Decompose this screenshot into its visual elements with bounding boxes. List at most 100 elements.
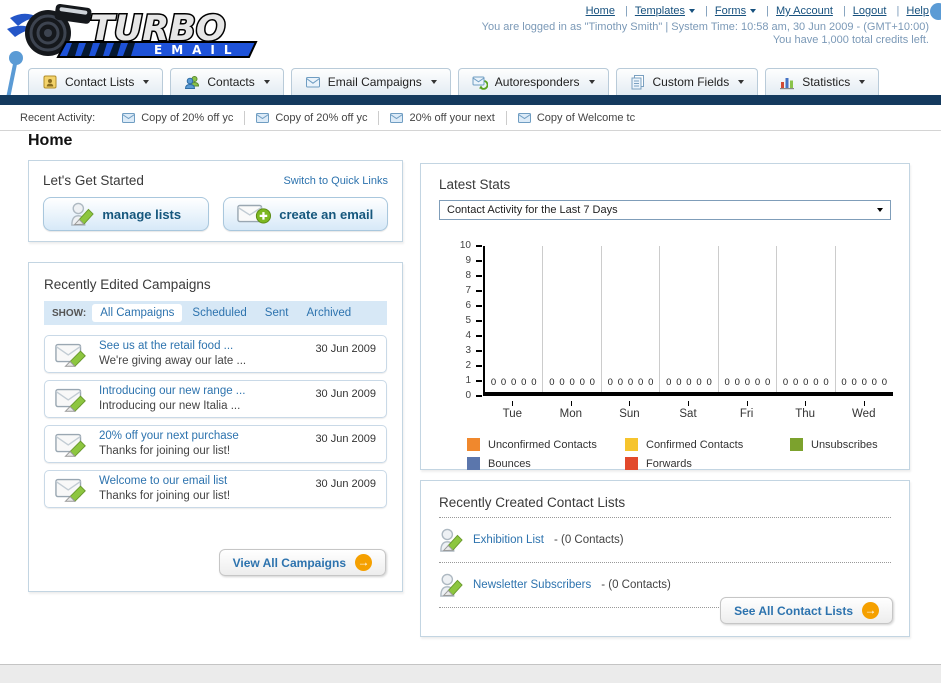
- campaign-row[interactable]: 20% off your next purchase Thanks for jo…: [44, 425, 387, 463]
- logo-subtitle: EMAIL: [154, 43, 241, 57]
- x-tick-mark: [746, 401, 748, 406]
- view-all-campaigns-button[interactable]: View All Campaigns →: [218, 549, 386, 576]
- page-title: Home: [28, 132, 73, 149]
- y-tick-label: 9: [465, 255, 471, 266]
- campaign-title-link[interactable]: Welcome to our email list: [99, 474, 230, 489]
- campaign-title-link[interactable]: Introducing our new range ...: [99, 384, 245, 399]
- top-link-forms[interactable]: Forms: [715, 5, 757, 17]
- address-book-icon: [43, 75, 57, 89]
- arrow-right-icon: →: [862, 602, 879, 619]
- x-tick-mark: [570, 401, 572, 406]
- stats-filter-select[interactable]: Contact Activity for the Last 7 Days: [439, 200, 891, 220]
- tab-custom-fields[interactable]: Custom Fields: [615, 68, 759, 95]
- campaign-subtitle: Thanks for joining our list!: [99, 445, 231, 457]
- contact-list-row[interactable]: Newsletter Subscribers - (0 Contacts): [439, 570, 891, 600]
- tab-contact-lists[interactable]: Contact Lists: [28, 68, 164, 95]
- y-tick-mark: [476, 350, 482, 352]
- chart-plot: 00000000000000000000000000000000000: [483, 246, 893, 396]
- campaigns-filter-bar: SHOW: All Campaigns Scheduled Sent Archi…: [44, 301, 387, 325]
- contact-list-link[interactable]: Newsletter Subscribers: [473, 579, 591, 591]
- chevron-down-icon: [750, 9, 757, 14]
- recent-activity-item[interactable]: Copy of 20% off yc: [245, 110, 380, 125]
- tab-label: Custom Fields: [652, 75, 730, 89]
- bar-value-label: 0: [803, 377, 809, 388]
- contact-activity-chart: 0 1 2 3 4 5 6 7 8 9 10 000000000000000000000000000…: [439, 241, 893, 424]
- contact-list-link[interactable]: Exhibition List: [473, 534, 544, 546]
- x-tick-mark: [688, 401, 690, 406]
- envelope-pencil-icon: [55, 388, 86, 412]
- campaign-title-link[interactable]: 20% off your next purchase: [99, 429, 239, 444]
- manage-lists-button[interactable]: manage lists: [43, 197, 209, 231]
- x-axis-label: Fri: [717, 401, 776, 420]
- y-tick-mark: [476, 245, 482, 247]
- top-link-home[interactable]: Home: [586, 5, 615, 17]
- get-started-title: Let's Get Started: [43, 173, 144, 188]
- filter-scheduled[interactable]: Scheduled: [184, 304, 254, 322]
- envelope-icon: [256, 112, 270, 123]
- bar-value-label: 0: [861, 377, 867, 388]
- recent-activity-item[interactable]: Copy of Welcome tc: [507, 111, 646, 125]
- envelope-icon: [305, 77, 320, 88]
- filter-all-campaigns[interactable]: All Campaigns: [92, 304, 183, 322]
- legend-label: Bounces: [488, 457, 531, 470]
- recent-activity-bar: Recent Activity: Copy of 20% off yc Copy…: [0, 105, 941, 131]
- tab-email-campaigns[interactable]: Email Campaigns: [290, 68, 451, 95]
- see-all-contact-lists-button[interactable]: See All Contact Lists →: [720, 597, 893, 624]
- x-axis-label: Tue: [483, 401, 542, 420]
- legend-item: Bounces: [467, 457, 625, 470]
- bar-value-label: 0: [823, 377, 829, 388]
- x-axis-label: Sat: [659, 401, 718, 420]
- y-tick-label: 5: [465, 315, 471, 326]
- legend-swatch-icon: [467, 438, 480, 451]
- top-link-my-account[interactable]: My Account: [776, 5, 833, 17]
- chevron-down-icon: [143, 80, 150, 84]
- campaign-date: 30 Jun 2009: [315, 388, 376, 400]
- campaign-title-link[interactable]: See us at the retail food ...: [99, 339, 246, 354]
- legend-label: Unconfirmed Contacts: [488, 438, 597, 451]
- recent-activity-item[interactable]: Copy of 20% off yc: [111, 110, 246, 125]
- chevron-down-icon: [430, 80, 437, 84]
- custom-fields-icon: [631, 75, 644, 90]
- contact-list-row[interactable]: Exhibition List - (0 Contacts): [439, 525, 891, 555]
- campaign-subtitle: Introducing our new Italia ...: [99, 400, 241, 412]
- tab-contacts[interactable]: Contacts: [170, 68, 284, 95]
- turbo-email-logo: TURBO EMAIL: [4, 2, 276, 63]
- chart-day-group: 00000: [602, 246, 661, 392]
- bar-value-label: 0: [500, 377, 507, 388]
- bar-value-label: 0: [744, 377, 751, 388]
- campaign-row[interactable]: Welcome to our email list Thanks for joi…: [44, 470, 387, 508]
- legend-item: Unsubscribes: [790, 438, 891, 451]
- campaign-row[interactable]: Introducing our new range ... Introducin…: [44, 380, 387, 418]
- campaign-date: 30 Jun 2009: [315, 478, 376, 490]
- envelope-icon: [517, 112, 531, 123]
- y-tick-mark: [476, 380, 482, 382]
- filter-sent[interactable]: Sent: [257, 304, 297, 322]
- bar-value-label: 0: [637, 377, 644, 388]
- tab-statistics[interactable]: Statistics: [765, 68, 880, 95]
- switch-quick-links-link[interactable]: Switch to Quick Links: [283, 175, 388, 187]
- top-link-templates[interactable]: Templates: [635, 5, 695, 17]
- tab-label: Email Campaigns: [327, 75, 422, 89]
- latest-stats-panel: Latest Stats Contact Activity for the La…: [420, 163, 910, 470]
- tab-autoresponders[interactable]: Autoresponders: [457, 68, 609, 95]
- envelope-icon: [390, 112, 404, 123]
- campaign-row[interactable]: See us at the retail food ... We're givi…: [44, 335, 387, 373]
- legend-item: Confirmed Contacts: [625, 438, 790, 451]
- top-link-logout[interactable]: Logout: [853, 5, 887, 17]
- bar-value-label: 0: [531, 377, 537, 388]
- recent-activity-item[interactable]: 20% off your next: [379, 110, 507, 125]
- stats-filter-value: Contact Activity for the Last 7 Days: [447, 204, 618, 216]
- page-footer: [0, 664, 941, 683]
- chevron-down-icon: [263, 80, 270, 84]
- contact-lists-panel: Recently Created Contact Lists Exhibitio…: [420, 480, 910, 637]
- x-axis-label: Mon: [542, 401, 601, 420]
- y-tick-label: 2: [465, 360, 471, 371]
- create-email-button[interactable]: create an email: [222, 197, 388, 231]
- legend-label: Unsubscribes: [811, 438, 878, 451]
- recent-activity-label: Recent Activity:: [20, 111, 96, 124]
- envelope-pencil-icon: [55, 433, 86, 457]
- top-link-help[interactable]: Help: [906, 5, 929, 17]
- filter-archived[interactable]: Archived: [298, 304, 359, 322]
- bar-value-label: 0: [511, 377, 517, 388]
- nav-divider-bar: [0, 95, 941, 105]
